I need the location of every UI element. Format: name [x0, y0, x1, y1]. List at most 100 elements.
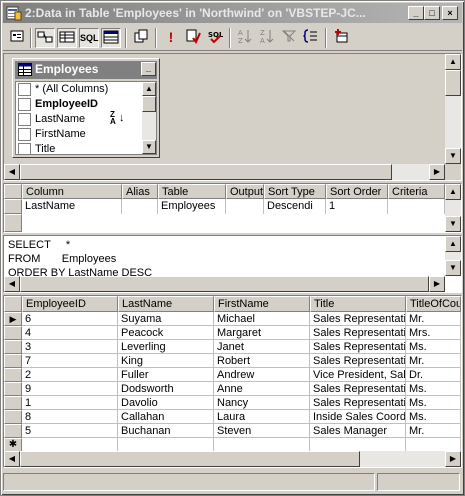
results-header-employeeid[interactable]: EmployeeID — [22, 296, 118, 312]
sql-pane-icon[interactable]: SQL — [79, 28, 99, 48]
list-item[interactable]: * (All Columns) — [16, 82, 142, 97]
column-checkbox[interactable] — [18, 128, 31, 141]
cell-employeeid[interactable]: 6 — [22, 312, 118, 326]
cell-employeeid[interactable]: 3 — [22, 340, 118, 354]
cell-titleofcourtesy[interactable]: Mrs. — [406, 326, 461, 340]
cell-title[interactable]: Sales Representativ — [310, 312, 406, 326]
scroll-left-button[interactable]: ◀ — [4, 164, 20, 180]
change-query-type-icon[interactable] — [131, 28, 151, 48]
cell-title[interactable]: Sales Representativ — [310, 382, 406, 396]
grid-row-selector[interactable] — [4, 199, 22, 214]
scroll-left-button[interactable]: ◀ — [4, 276, 20, 292]
cell-lastname[interactable]: Fuller — [118, 368, 214, 382]
sql-text[interactable]: SELECT * FROM Employees ORDER BY LastNam… — [8, 238, 152, 280]
grid-cell-column[interactable]: LastName — [22, 199, 122, 214]
cell-firstname[interactable]: Nancy — [214, 396, 310, 410]
sort-ascending-icon[interactable]: AZ — [235, 28, 255, 48]
cell-lastname[interactable]: Callahan — [118, 410, 214, 424]
cell-firstname[interactable]: Michael — [214, 312, 310, 326]
new-row-cell[interactable] — [406, 438, 461, 452]
cell-lastname[interactable]: Peacock — [118, 326, 214, 340]
sql-vscroll[interactable]: ▲ ▼ — [445, 236, 461, 276]
cell-titleofcourtesy[interactable]: Ms. — [406, 382, 461, 396]
list-item[interactable]: Title — [16, 142, 142, 154]
list-item[interactable]: LastName ZA ↓ — [16, 111, 142, 127]
scroll-up-button[interactable]: ▲ — [445, 54, 461, 70]
scroll-thumb[interactable] — [445, 70, 461, 96]
scroll-up-button[interactable]: ▲ — [445, 184, 461, 200]
new-row-marker-icon[interactable]: ✱ — [4, 438, 22, 452]
cell-lastname[interactable]: Buchanan — [118, 424, 214, 438]
cell-employeeid[interactable]: 9 — [22, 382, 118, 396]
close-button[interactable]: × — [442, 6, 458, 20]
cell-employeeid[interactable]: 4 — [22, 326, 118, 340]
cell-firstname[interactable]: Laura — [214, 410, 310, 424]
results-header-titleofcourtesy[interactable]: TitleOfCou — [406, 296, 461, 312]
scroll-thumb[interactable] — [20, 276, 429, 292]
sort-descending-icon[interactable]: ZA — [257, 28, 277, 48]
cell-employeeid[interactable]: 2 — [22, 368, 118, 382]
row-selector[interactable] — [4, 326, 22, 340]
results-header-lastname[interactable]: LastName — [118, 296, 214, 312]
scroll-thumb[interactable] — [142, 96, 156, 112]
scroll-thumb[interactable] — [20, 164, 392, 180]
maximize-button[interactable]: □ — [424, 6, 440, 20]
scroll-up-button[interactable]: ▲ — [142, 82, 156, 96]
table-list-scrollbar[interactable]: ▲ ▼ — [142, 82, 156, 154]
scroll-thumb[interactable] — [20, 451, 360, 467]
row-selector[interactable] — [4, 340, 22, 354]
cell-firstname[interactable]: Robert — [214, 354, 310, 368]
grid-row-selector[interactable] — [4, 214, 22, 232]
results-header-title[interactable]: Title — [310, 296, 406, 312]
properties-icon[interactable] — [7, 28, 27, 48]
grid-header-sort-order[interactable]: Sort Order — [326, 184, 388, 199]
grid-header-output[interactable]: Output — [226, 184, 264, 199]
cell-employeeid[interactable]: 1 — [22, 396, 118, 410]
add-table-icon[interactable] — [331, 28, 351, 48]
new-row-cell[interactable] — [310, 438, 406, 452]
remove-filter-icon[interactable] — [279, 28, 299, 48]
verify-sql-icon[interactable] — [183, 28, 203, 48]
row-selector[interactable] — [4, 368, 22, 382]
minimize-button[interactable]: _ — [408, 6, 424, 20]
grid-cell-sort-order[interactable]: 1 — [326, 199, 388, 214]
row-selector[interactable] — [4, 396, 22, 410]
scroll-right-button[interactable]: ▶ — [429, 276, 445, 292]
cell-lastname[interactable]: Dodsworth — [118, 382, 214, 396]
scroll-down-button[interactable]: ▼ — [445, 148, 461, 164]
grid-cell-criteria[interactable] — [388, 199, 445, 214]
column-checkbox[interactable] — [18, 83, 31, 96]
cell-titleofcourtesy[interactable]: Dr. — [406, 368, 461, 382]
list-item[interactable]: EmployeeID — [16, 97, 142, 112]
cell-titleofcourtesy[interactable]: Mr. — [406, 354, 461, 368]
scroll-up-button[interactable]: ▲ — [445, 236, 461, 252]
cell-titleofcourtesy[interactable]: Mr. — [406, 312, 461, 326]
grid-header-column[interactable]: Column — [22, 184, 122, 199]
cell-title[interactable]: Vice President, Sale — [310, 368, 406, 382]
results-header-firstname[interactable]: FirstName — [214, 296, 310, 312]
cell-titleofcourtesy[interactable]: Mr. — [406, 424, 461, 438]
scroll-down-button[interactable]: ▼ — [445, 260, 461, 276]
grid-cell-output[interactable] — [226, 199, 264, 214]
scroll-right-button[interactable]: ▶ — [429, 164, 445, 180]
cell-employeeid[interactable]: 8 — [22, 410, 118, 424]
row-selector[interactable] — [4, 382, 22, 396]
new-row-cell[interactable] — [22, 438, 118, 452]
grid-pane-icon[interactable] — [57, 28, 77, 48]
sql-hscroll[interactable]: ◀ ▶ — [4, 276, 445, 292]
cell-firstname[interactable]: Janet — [214, 340, 310, 354]
cell-title[interactable]: Sales Representativ — [310, 326, 406, 340]
scroll-down-button[interactable]: ▼ — [445, 216, 461, 232]
row-selector[interactable] — [4, 410, 22, 424]
results-hscroll[interactable]: ◀ ▶ — [4, 451, 461, 467]
grid-cell-alias[interactable] — [122, 199, 158, 214]
employees-table-box[interactable]: Employees _ * (All Columns) EmployeeID L… — [12, 58, 160, 158]
scroll-right-button[interactable]: ▶ — [445, 451, 461, 467]
grid-header-alias[interactable]: Alias — [122, 184, 158, 199]
grid-cell-table[interactable]: Employees — [158, 199, 226, 214]
cell-lastname[interactable]: Davolio — [118, 396, 214, 410]
cell-title[interactable]: Sales Manager — [310, 424, 406, 438]
grid-header-sort-type[interactable]: Sort Type — [264, 184, 326, 199]
cell-titleofcourtesy[interactable]: Ms. — [406, 396, 461, 410]
cell-title[interactable]: Sales Representativ — [310, 354, 406, 368]
